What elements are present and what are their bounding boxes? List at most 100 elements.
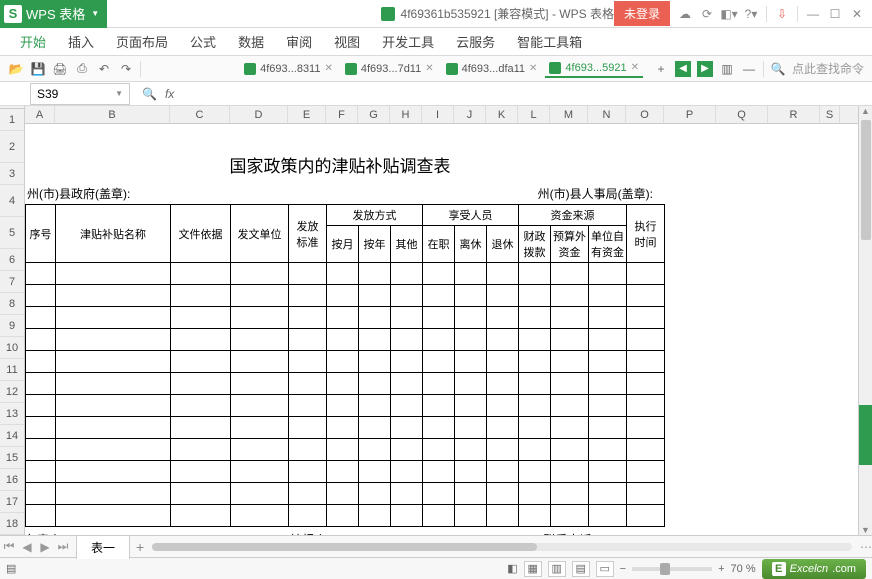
menu-item[interactable]: 公式: [190, 32, 216, 51]
menu-item[interactable]: 智能工具箱: [517, 32, 582, 51]
row-header[interactable]: 10: [0, 337, 24, 359]
sheet-last-icon[interactable]: ⏭: [54, 539, 72, 554]
reading-mode-icon[interactable]: ▭: [596, 561, 614, 577]
row-header[interactable]: 4: [0, 185, 24, 217]
sheet-tab[interactable]: 表一: [76, 535, 130, 559]
formula-bar[interactable]: 🔍 fx: [142, 87, 174, 101]
zoom-value[interactable]: 70 %: [731, 563, 756, 575]
row-header[interactable]: 18: [0, 513, 24, 535]
name-box[interactable]: S39 ▼: [30, 83, 130, 105]
chevron-down-icon[interactable]: ▼: [91, 9, 99, 18]
scrollbar-thumb[interactable]: [861, 120, 871, 240]
open-icon[interactable]: 📂: [8, 61, 24, 77]
stats-icon[interactable]: ◧: [507, 562, 517, 575]
undo-icon[interactable]: ↶: [96, 61, 112, 77]
row-header[interactable]: 2: [0, 131, 24, 163]
document-tab[interactable]: 4f693...8311✕: [240, 61, 337, 77]
sync-icon[interactable]: ⟳: [700, 7, 714, 21]
cloud-icon[interactable]: ☁: [678, 7, 692, 21]
row-header[interactable]: 14: [0, 425, 24, 447]
close-tab-icon[interactable]: ✕: [631, 62, 639, 73]
menu-item[interactable]: 页面布局: [116, 32, 168, 51]
row-header[interactable]: 17: [0, 491, 24, 513]
view-break-icon[interactable]: ▤: [572, 561, 590, 577]
column-header[interactable]: Q: [716, 106, 768, 123]
slider-knob[interactable]: [660, 563, 670, 575]
new-tab-icon[interactable]: +: [653, 61, 669, 77]
column-header[interactable]: S: [820, 106, 840, 123]
row-header[interactable]: 15: [0, 447, 24, 469]
tab-close-icon[interactable]: —: [741, 61, 757, 77]
dots-icon[interactable]: ⋯: [860, 540, 872, 554]
help-icon[interactable]: ?▾: [744, 7, 758, 21]
redo-icon[interactable]: ↷: [118, 61, 134, 77]
menu-item[interactable]: 插入: [68, 32, 94, 51]
column-header[interactable]: G: [358, 106, 390, 123]
document-tab[interactable]: 4f693...5921✕: [545, 60, 643, 78]
tab-next-icon[interactable]: ▶: [697, 61, 713, 77]
row-header[interactable]: 5: [0, 217, 24, 249]
column-header[interactable]: A: [25, 106, 55, 123]
column-header[interactable]: N: [588, 106, 626, 123]
login-badge[interactable]: 未登录: [614, 1, 670, 26]
row-header[interactable]: 1: [0, 109, 24, 131]
row-header[interactable]: 3: [0, 163, 24, 185]
row-header[interactable]: 16: [0, 469, 24, 491]
column-header[interactable]: K: [486, 106, 518, 123]
row-header[interactable]: 12: [0, 381, 24, 403]
zoom-in-icon[interactable]: +: [718, 563, 724, 575]
print-icon[interactable]: 🖨: [52, 61, 68, 77]
close-tab-icon[interactable]: ✕: [324, 63, 332, 74]
search-icon[interactable]: 🔍: [770, 61, 786, 77]
column-header[interactable]: E: [288, 106, 326, 123]
tab-prev-icon[interactable]: ◀: [675, 61, 691, 77]
column-header[interactable]: P: [664, 106, 716, 123]
column-header[interactable]: H: [390, 106, 422, 123]
sidebar-toggle-icon[interactable]: ▤: [6, 562, 16, 575]
maximize-icon[interactable]: ☐: [828, 7, 842, 21]
menu-item[interactable]: 开发工具: [382, 32, 434, 51]
column-header[interactable]: D: [230, 106, 288, 123]
document-tab[interactable]: 4f693...7d11✕: [341, 61, 438, 77]
column-header[interactable]: L: [518, 106, 550, 123]
column-header[interactable]: B: [55, 106, 170, 123]
fx-icon[interactable]: fx: [165, 87, 174, 101]
scroll-down-icon[interactable]: ▼: [861, 525, 870, 535]
column-header[interactable]: F: [326, 106, 358, 123]
sheet-first-icon[interactable]: ⏮: [0, 539, 18, 554]
menu-item[interactable]: 视图: [334, 32, 360, 51]
chevron-down-icon[interactable]: ▼: [115, 89, 123, 98]
row-header[interactable]: 7: [0, 271, 24, 293]
tab-list-icon[interactable]: ▥: [719, 61, 735, 77]
row-header[interactable]: 6: [0, 249, 24, 271]
print-preview-icon[interactable]: ⎙: [74, 61, 90, 77]
add-sheet-icon[interactable]: +: [136, 539, 144, 555]
column-header[interactable]: I: [422, 106, 454, 123]
close-icon[interactable]: ✕: [850, 7, 864, 21]
row-header[interactable]: 8: [0, 293, 24, 315]
restore-down-icon[interactable]: ⇩: [775, 7, 789, 21]
horizontal-scrollbar[interactable]: [152, 543, 852, 551]
menu-item[interactable]: 审阅: [286, 32, 312, 51]
minimize-icon[interactable]: —: [806, 7, 820, 21]
column-header[interactable]: C: [170, 106, 230, 123]
sheet-prev-icon[interactable]: ◀: [18, 540, 36, 554]
column-header[interactable]: O: [626, 106, 664, 123]
document-tab[interactable]: 4f693...dfa11✕: [442, 61, 542, 77]
app-brand[interactable]: S WPS 表格 ▼: [0, 0, 107, 28]
close-tab-icon[interactable]: ✕: [425, 63, 433, 74]
column-header[interactable]: M: [550, 106, 588, 123]
close-tab-icon[interactable]: ✕: [529, 63, 537, 74]
column-header[interactable]: R: [768, 106, 820, 123]
scroll-up-icon[interactable]: ▲: [861, 106, 870, 116]
vertical-scrollbar[interactable]: ▲ ▼: [858, 106, 872, 535]
fx-lookup-icon[interactable]: 🔍: [142, 87, 157, 101]
row-header[interactable]: 11: [0, 359, 24, 381]
menu-item[interactable]: 数据: [238, 32, 264, 51]
search-command[interactable]: 点此查找命令: [792, 60, 864, 77]
sheet-next-icon[interactable]: ▶: [36, 540, 54, 554]
zoom-slider[interactable]: [632, 567, 712, 571]
row-header[interactable]: 13: [0, 403, 24, 425]
row-header[interactable]: 9: [0, 315, 24, 337]
zoom-out-icon[interactable]: −: [620, 563, 626, 575]
